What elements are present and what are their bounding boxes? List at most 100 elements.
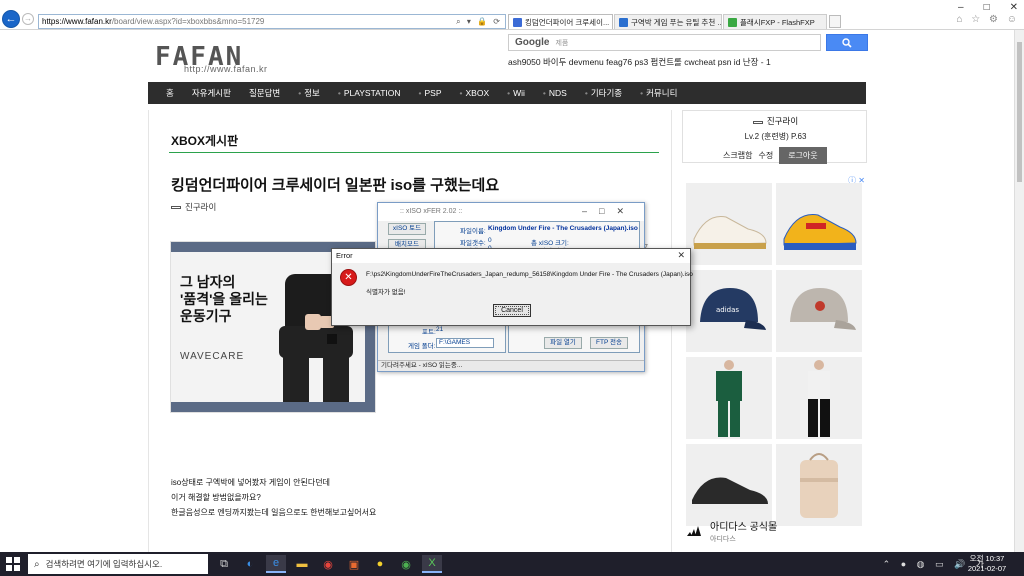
menu-item-9[interactable]: • 기타기종 — [585, 87, 622, 99]
minimize-button[interactable]: – — [958, 2, 964, 13]
user-level: Lv.2 (훈련병) P.63 — [744, 132, 807, 141]
error-message-detail: 식별자가 없음! — [366, 289, 406, 296]
error-dialog[interactable]: Error ✕ ✕ F:\ps2\KingdomUnderFireTheCrus… — [331, 248, 693, 326]
close-window-button[interactable]: ✕ — [1010, 2, 1018, 13]
file-explorer-icon[interactable]: ▬ — [292, 555, 312, 573]
media-player-icon[interactable]: ● — [370, 555, 390, 573]
favicon-icon — [619, 17, 628, 27]
cap-image: adidas — [700, 288, 766, 330]
menu-item-6[interactable]: • XBOX — [460, 88, 490, 98]
ad-brand: WAVECARE — [180, 351, 245, 362]
menu-item-0[interactable]: 홈 — [166, 87, 174, 99]
new-tab-button[interactable] — [829, 15, 841, 28]
search-placeholder: 제품 — [555, 39, 569, 47]
menu-item-2[interactable]: 질문답변 — [249, 87, 280, 99]
game-folder-field[interactable]: F:\GAMES — [436, 338, 494, 348]
user-links: 스크랩함 수정 로그아웃 — [723, 147, 827, 164]
filename-value: Kingdom Under Fire - The Crusaders (Japa… — [488, 225, 638, 232]
app-icon[interactable]: ▣ — [344, 555, 364, 573]
address-icons[interactable]: ⌕ ▾ 🔒 ⟳ — [456, 17, 505, 27]
user-name[interactable]: 진구라이 — [683, 115, 868, 127]
edit-link[interactable]: 수정 — [758, 150, 773, 161]
arrow-left-icon: ← — [5, 12, 17, 25]
sneaker-image — [693, 215, 767, 249]
address-bar[interactable]: https://www.fafan.kr/board/view.aspx?id=… — [38, 14, 506, 29]
scroll-thumb[interactable] — [1017, 42, 1022, 182]
product-tracksuit[interactable] — [686, 357, 772, 439]
board-title[interactable]: XBOX게시판 — [171, 132, 238, 149]
browser-toolbar-icons[interactable]: ⌂ ☆ ⚙ ☺ — [956, 14, 1020, 25]
bullet-icon: • — [459, 88, 463, 98]
edge-icon[interactable]: ◐ — [240, 555, 260, 573]
bullet-icon: • — [507, 88, 511, 98]
taskbar-search-input[interactable]: ⌕ 검색하려면 여기에 입력하십시오. — [28, 554, 208, 574]
bullet-icon: • — [640, 88, 644, 98]
address-url[interactable]: https://www.fafan.kr/board/view.aspx?id=… — [42, 17, 456, 26]
product-cap-navy[interactable]: adidas — [686, 270, 772, 352]
search-button[interactable] — [826, 34, 868, 51]
svg-text:adidas: adidas — [716, 306, 739, 314]
ad-brand-row[interactable]: 아디다스 공식몰 아디다스 — [686, 518, 777, 544]
cancel-button[interactable]: Cancel — [493, 304, 531, 317]
ftp-send-button[interactable]: FTP 전송 — [590, 337, 628, 349]
menu-item-4[interactable]: • PLAYSTATION — [338, 88, 401, 98]
browser-chrome: ← → https://www.fafan.kr/board/view.aspx… — [0, 0, 1024, 30]
google-logo: Google — [515, 37, 550, 48]
logout-button[interactable]: 로그아웃 — [779, 147, 827, 164]
error-icon: ✕ — [340, 269, 357, 286]
level-icon — [752, 121, 763, 124]
user-box: 진구라이 Lv.2 (훈련병) P.63 스크랩함 수정 로그아웃 — [682, 110, 868, 164]
menu-item-10[interactable]: • 커뮤니티 — [640, 87, 677, 99]
product-sneaker-kids[interactable] — [776, 183, 862, 265]
taskbar-clock[interactable]: 오전 10:37 2021-02-07 — [960, 554, 1014, 574]
level-icon — [171, 205, 181, 209]
chrome-icon[interactable]: ◉ — [318, 555, 338, 573]
xiso-titlebar[interactable]: :: xISO xFER 2.02 :: –□✕ — [378, 203, 644, 221]
search-icon: ⌕ — [34, 558, 40, 570]
menu-item-8[interactable]: • NDS — [543, 88, 567, 98]
tab-xbox-util[interactable]: 구역박 게임 푸는 유틸 추천 ... — [614, 14, 722, 29]
divider — [169, 152, 659, 153]
adidas-logo-icon — [687, 526, 701, 536]
xiso-app-icon[interactable]: X — [422, 555, 442, 573]
sneaker-image — [692, 477, 768, 509]
side-ad[interactable]: ⓘ ✕ adidas 아디다스 공식몰 아디다스 — [682, 175, 867, 547]
ad-headline: 그 남자의 '품격'을 올리는 운동기구 — [180, 274, 268, 324]
bullet-icon: • — [584, 88, 588, 98]
xiso-mode-button[interactable]: xISO 토드 — [388, 223, 426, 235]
xiso-status-bar: 기다려주세요 - xISO 읽는중... — [378, 360, 644, 371]
product-pants[interactable] — [776, 357, 862, 439]
product-sneaker-white[interactable] — [686, 183, 772, 265]
forward-button[interactable]: → — [22, 13, 34, 25]
marquee-text[interactable]: ash9050 바이두 devmenu feag76 ps3 펌컨트롤 cwch… — [508, 56, 771, 68]
maximize-button[interactable]: □ — [984, 2, 990, 13]
task-view-icon[interactable]: ⧉ — [214, 555, 234, 573]
close-icon[interactable]: ✕ — [677, 250, 685, 261]
site-search-input[interactable]: Google 제품 — [508, 34, 821, 51]
tracksuit-image — [716, 360, 742, 437]
product-backpack[interactable] — [776, 444, 862, 526]
menu-item-7[interactable]: • Wii — [507, 88, 525, 98]
open-file-button[interactable]: 파일 열기 — [544, 337, 582, 349]
ie-icon[interactable]: e — [266, 555, 286, 573]
tab-flashfxp[interactable]: 플래시FXP - FlashFXP — [723, 14, 827, 29]
scrap-link[interactable]: 스크랩함 — [723, 150, 752, 161]
windows-start-icon[interactable] — [6, 557, 20, 571]
error-titlebar[interactable]: Error ✕ — [332, 249, 690, 263]
backpack-image — [800, 453, 838, 518]
menu-item-1[interactable]: 자유게시판 — [192, 87, 231, 99]
menu-item-3[interactable]: • 정보 — [298, 87, 320, 99]
xbox-tool-icon[interactable]: ◉ — [396, 555, 416, 573]
product-running-shoe[interactable] — [686, 444, 772, 526]
taskbar: ⌕ 검색하려면 여기에 입력하십시오. ⧉ ◐ e ▬ ◉ ▣ ● ◉ X ⌃ … — [0, 552, 1024, 576]
back-button[interactable]: ← — [2, 10, 20, 28]
tab-kingdom[interactable]: 킹덤언더파이어 크루세이... ✕ — [508, 14, 613, 29]
product-cap-grey[interactable] — [776, 270, 862, 352]
xiso-window-controls[interactable]: –□✕ — [582, 206, 636, 217]
menu-item-5[interactable]: • PSP — [419, 88, 442, 98]
main-menu: 홈 자유게시판 질문답변 • 정보 • PLAYSTATION • PSP • XBOX • Wii • N… — [148, 82, 866, 104]
ad-brand-sub: 아디다스 — [710, 536, 736, 543]
post-author[interactable]: 진구라이 — [171, 201, 216, 213]
vertical-scrollbar[interactable] — [1014, 30, 1024, 552]
close-tab-icon[interactable]: ✕ — [609, 18, 612, 27]
